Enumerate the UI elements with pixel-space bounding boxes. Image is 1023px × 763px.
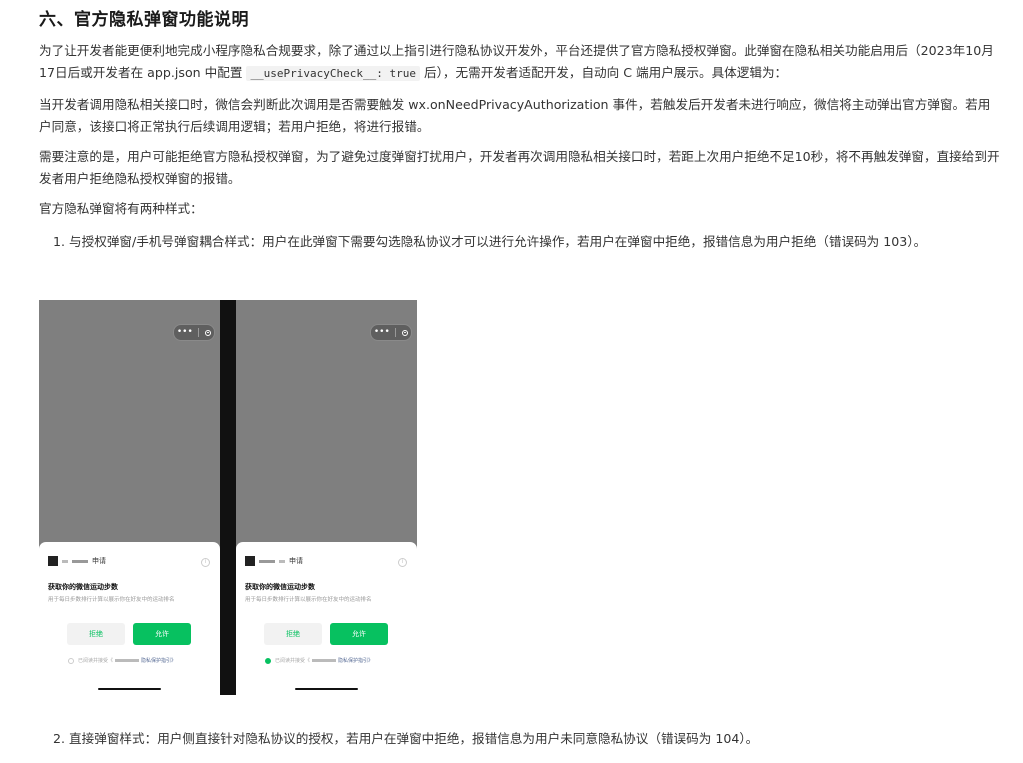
phone-screenshot-unchecked: ••• 申请 i 获取你的微信运动步数 用于每日步数排行计算以展示你在好友中的运… [39, 300, 220, 695]
home-indicator [98, 688, 161, 690]
sheet-subtitle: 用于每日步数排行计算以展示你在好友中的运动排名 [48, 597, 175, 603]
paragraph-intro: 为了让开发者能更便利地完成小程序隐私合规要求，除了通过以上指引进行隐私协议开发外… [39, 40, 1001, 85]
privacy-sheet: 申请 i 获取你的微信运动步数 用于每日步数排行计算以展示你在好友中的运动排名 … [236, 542, 417, 695]
privacy-popup-figure: ••• 申请 i 获取你的微信运动步数 用于每日步数排行计算以展示你在好友中的运… [39, 300, 419, 695]
capsule-divider [395, 328, 397, 337]
section-heading: 六、官方隐私弹窗功能说明 [39, 10, 249, 30]
consent-checkbox-checked[interactable] [265, 657, 271, 664]
allow-button[interactable]: 允许 [330, 623, 388, 645]
intro-text-after: 后），无需开发者适配开发，自动向 C 端用户展示。具体逻辑为： [420, 65, 788, 80]
allow-button[interactable]: 允许 [133, 623, 191, 645]
inline-code: __usePrivacyCheck__: true [246, 66, 421, 81]
blurred-name [312, 659, 337, 662]
paragraph-note: 需要注意的是，用户可能拒绝官方隐私授权弹窗，为了避免过度弹窗打扰用户，开发者再次… [39, 149, 1000, 186]
consent-prefix: 已阅读并接受《 [275, 658, 311, 664]
capsule-divider [198, 328, 200, 337]
app-row: 申请 [48, 556, 106, 566]
reject-button[interactable]: 拒绝 [264, 623, 322, 645]
consent-checkbox[interactable] [68, 657, 74, 664]
sheet-subtitle: 用于每日步数排行计算以展示你在好友中的运动排名 [245, 597, 372, 603]
apply-label: 申请 [289, 557, 303, 565]
close-target-icon [205, 329, 212, 336]
privacy-guide-link[interactable]: 隐私保护指引》 [141, 657, 176, 664]
more-icon: ••• [373, 327, 390, 337]
close-target-icon [402, 329, 409, 336]
consent-row[interactable]: 已阅读并接受《 隐私保护指引》 [68, 657, 176, 664]
paragraph-logic: 当开发者调用隐私相关接口时，微信会判断此次调用是否需要触发 wx.onNeedP… [39, 97, 991, 134]
consent-prefix: 已阅读并接受《 [78, 658, 114, 664]
sheet-title: 获取你的微信运动步数 [245, 583, 315, 591]
blurred-name [279, 559, 285, 563]
consent-row[interactable]: 已阅读并接受《 隐私保护指引》 [265, 657, 373, 664]
list-item: 2. 直接弹窗样式：用户侧直接针对隐私协议的授权，若用户在弹窗中拒绝，报错信息为用… [53, 728, 993, 750]
list-text: 与授权弹窗/手机号弹窗耦合样式：用户在此弹窗下需要勾选隐私协议才可以进行允许操作… [69, 234, 927, 249]
blurred-name [259, 559, 275, 563]
list-number: 2. [53, 731, 66, 746]
paragraph-styles: 官方隐私弹窗将有两种样式： [39, 201, 203, 216]
sheet-title: 获取你的微信运动步数 [48, 583, 118, 591]
miniprogram-capsule: ••• [370, 324, 412, 341]
list-item: 1. 与授权弹窗/手机号弹窗耦合样式：用户在此弹窗下需要勾选隐私协议才可以进行允许… [53, 231, 993, 253]
blurred-name [62, 559, 68, 563]
app-logo-icon [48, 556, 58, 566]
app-logo-icon [245, 556, 255, 566]
miniprogram-capsule: ••• [173, 324, 215, 341]
info-icon[interactable]: i [201, 558, 210, 567]
app-row: 申请 [245, 556, 303, 566]
phone-screenshot-checked: ••• 申请 i 获取你的微信运动步数 用于每日步数排行计算以展示你在好友中的运… [236, 300, 417, 695]
apply-label: 申请 [92, 557, 106, 565]
info-icon[interactable]: i [398, 558, 407, 567]
privacy-guide-link[interactable]: 隐私保护指引》 [338, 657, 373, 664]
more-icon: ••• [176, 327, 193, 337]
list-text: 直接弹窗样式：用户侧直接针对隐私协议的授权，若用户在弹窗中拒绝，报错信息为用户未… [69, 731, 759, 746]
reject-button[interactable]: 拒绝 [67, 623, 125, 645]
privacy-sheet: 申请 i 获取你的微信运动步数 用于每日步数排行计算以展示你在好友中的运动排名 … [39, 542, 220, 695]
blurred-name [72, 559, 88, 563]
blurred-name [115, 659, 140, 662]
list-number: 1. [53, 234, 66, 249]
home-indicator [295, 688, 358, 690]
screenshot-divider [220, 300, 236, 695]
